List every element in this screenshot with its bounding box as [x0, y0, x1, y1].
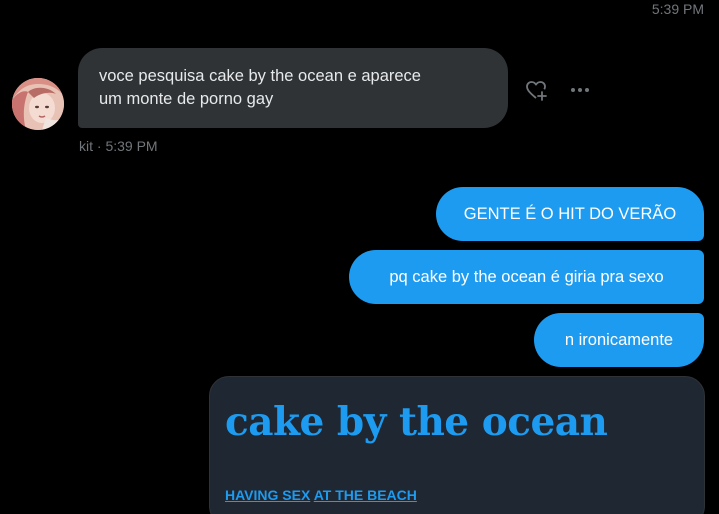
message-timestamp: 5:39 PM — [651, 1, 704, 17]
card-links: HAVING SEX AT THE BEACH — [225, 487, 417, 503]
incoming-message-line: um monte de porno gay — [99, 90, 274, 108]
link-preview-card[interactable]: cake by the ocean HAVING SEX AT THE BEAC… — [209, 376, 705, 514]
avatar-photo — [12, 78, 64, 130]
card-link-at-the-beach[interactable]: AT THE BEACH — [314, 487, 417, 503]
incoming-message-bubble[interactable]: voce pesquisa cake by the ocean e aparec… — [78, 48, 508, 128]
sender-meta: kit · 5:39 PM — [79, 138, 158, 154]
avatar[interactable] — [12, 78, 64, 130]
outgoing-message-bubble[interactable]: n ironicamente — [534, 313, 704, 367]
card-link-having-sex[interactable]: HAVING SEX — [225, 487, 310, 503]
card-title: cake by the ocean — [225, 399, 608, 445]
outgoing-message-bubble[interactable]: pq cake by the ocean é giria pra sexo — [349, 250, 704, 304]
more-horizontal-icon[interactable] — [568, 78, 592, 102]
incoming-message-line: voce pesquisa cake by the ocean e aparec… — [99, 67, 421, 85]
heart-plus-icon[interactable] — [524, 78, 548, 102]
outgoing-message-bubble[interactable]: GENTE É O HIT DO VERÃO — [436, 187, 704, 241]
dm-conversation: 5:39 PM voce pesquisa cake by the ocean … — [0, 0, 719, 514]
